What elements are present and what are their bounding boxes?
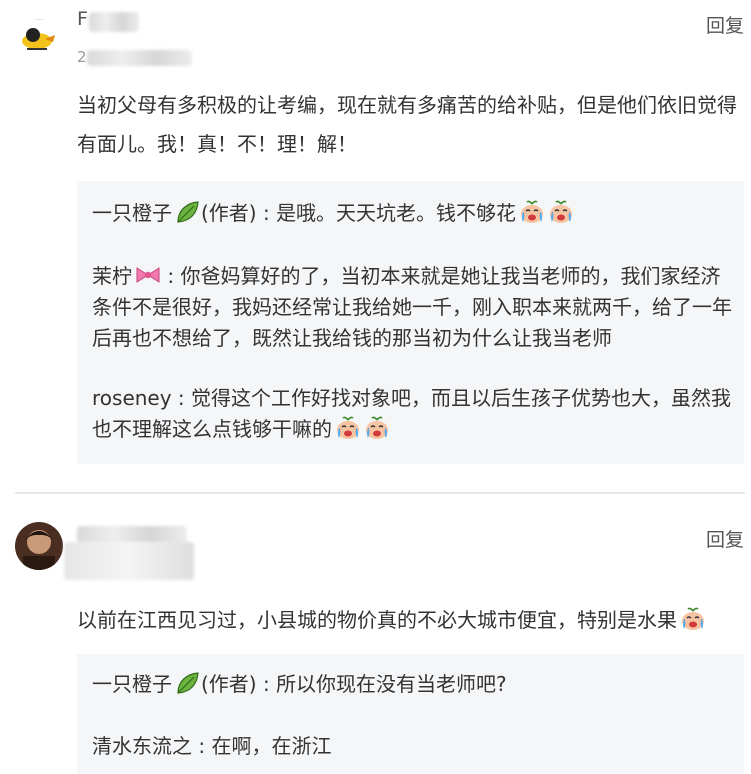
reply-button[interactable]: 回复 — [706, 11, 744, 38]
leaf-icon — [175, 200, 201, 224]
author-badge: (作者) — [201, 201, 257, 225]
comment-text-content: 以前在江西见习过，小县城的物价真的不必大城市便宜，特别是水果 — [77, 608, 677, 632]
comment-date-redacted — [64, 542, 194, 580]
comment-text: 以前在江西见习过，小县城的物价真的不必大城市便宜，特别是水果 — [77, 601, 737, 640]
crying-face-icon — [519, 200, 545, 224]
comment-date-redacted — [87, 50, 192, 66]
reply-author[interactable]: 茉柠 — [92, 264, 132, 288]
author-name-redacted — [89, 12, 139, 32]
reply-item: 茉柠 : 你爸妈算好的了，当初本来就是她让我当老师的，我们家经济条件不是很好，我… — [92, 261, 732, 354]
reply-author[interactable]: 一只橙子 — [92, 201, 172, 225]
crying-face-icon — [335, 416, 361, 440]
reply-item: roseney : 觉得这个工作好找对象吧，而且以后生孩子优势也大，虽然我也不理… — [92, 383, 732, 445]
reply-thread: 一只橙子 (作者) : 是哦。天天坑老。钱不够花 茉柠 : 你爸妈算好的了，当初本… — [77, 181, 744, 464]
avatar[interactable]: ······ — [15, 11, 63, 59]
reply-thread: 一只橙子 (作者) : 所以你现在没有当老师吧? 清水东流之 : 在啊，在浙江 — [77, 654, 744, 774]
reply-button[interactable]: 回复 — [706, 525, 744, 552]
reply-author[interactable]: roseney — [92, 386, 172, 410]
reply-separator: : — [161, 264, 181, 288]
reply-text: 是哦。天天坑老。钱不够花 — [276, 201, 517, 225]
crying-face-icon — [548, 200, 574, 224]
reply-item: 清水东流之 : 在啊，在浙江 — [92, 731, 732, 762]
reply-separator: : — [192, 734, 212, 758]
crying-face-icon — [680, 607, 706, 631]
reply-text: 所以你现在没有当老师吧? — [276, 672, 507, 696]
reply-author[interactable]: 清水东流之 — [92, 734, 192, 758]
avatar[interactable] — [15, 522, 63, 570]
leaf-icon — [175, 671, 201, 695]
reply-item: 一只橙子 (作者) : 是哦。天天坑老。钱不够花 — [92, 198, 732, 229]
comment-divider — [15, 492, 745, 494]
reply-separator: : — [171, 386, 192, 410]
crying-face-icon — [364, 416, 390, 440]
comment-text: 当初父母有多积极的让考编，现在就有多痛苦的给补贴，但是他们依旧觉得有面儿。我！真… — [77, 93, 737, 156]
comment-item: ······ F 2 回复 当初父母有多积极的让考编，现在就有多痛苦的给补贴，但… — [0, 0, 751, 480]
reply-separator: : — [256, 201, 277, 225]
bow-icon — [135, 263, 161, 287]
reply-text: 你爸妈算好的了，当初本来就是她让我当老师的，我们家经济条件不是很好，我妈还经常让… — [92, 264, 732, 350]
comment-item: 回复 以前在江西见习过，小县城的物价真的不必大城市便宜，特别是水果 一只橙子 (作… — [0, 500, 751, 774]
reply-separator: : — [256, 672, 277, 696]
author-name[interactable]: F — [77, 8, 88, 30]
reply-item: 一只橙子 (作者) : 所以你现在没有当老师吧? — [92, 669, 732, 700]
reply-text: 在啊，在浙江 — [211, 734, 332, 758]
author-badge: (作者) — [201, 672, 257, 696]
svg-text:······: ······ — [34, 17, 44, 23]
reply-author[interactable]: 一只橙子 — [92, 672, 172, 696]
comment-date: 2 — [77, 48, 87, 66]
